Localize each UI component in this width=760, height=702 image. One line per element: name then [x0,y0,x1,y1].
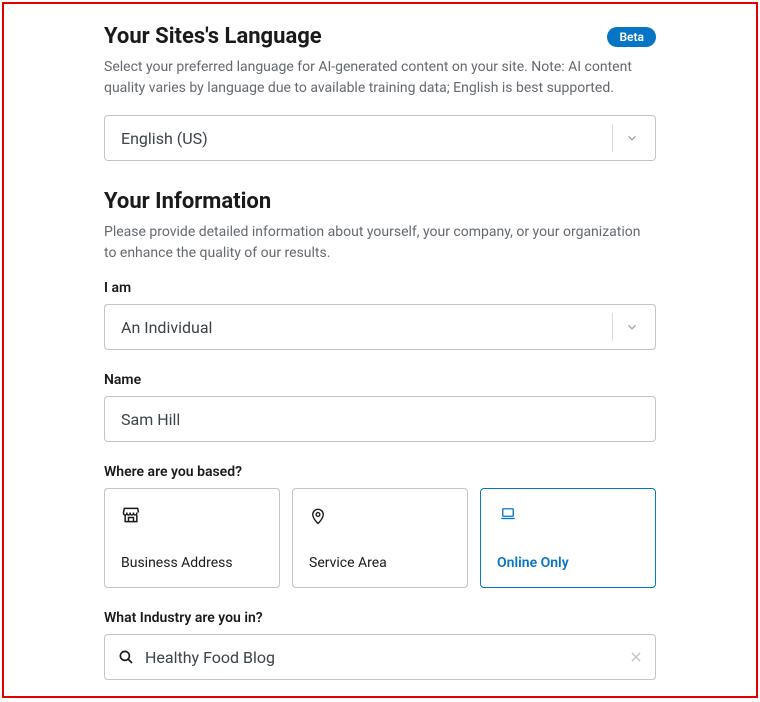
info-section: Your Information Please provide detailed… [104,189,656,680]
industry-value: Healthy Food Blog [135,648,629,667]
store-icon [121,505,263,527]
iam-field: I am An Individual [104,280,656,350]
name-label: Name [104,372,656,388]
info-title: Your Information [104,189,271,214]
based-field: Where are you based? Business Address [104,464,656,588]
language-desc: Select your preferred language for AI-ge… [104,57,656,99]
iam-label: I am [104,280,656,296]
close-icon[interactable] [629,650,643,664]
option-online-only[interactable]: Online Only [480,488,656,588]
beta-badge: Beta [607,27,656,47]
option-business-address[interactable]: Business Address [104,488,280,588]
industry-field: What Industry are you in? Healthy Food B… [104,610,656,680]
chevron-down-icon [612,124,639,152]
based-label: Where are you based? [104,464,656,480]
language-title: Your Sites's Language [104,24,322,49]
search-icon [117,648,135,666]
option-label: Service Area [309,555,451,571]
iam-select[interactable]: An Individual [104,304,656,350]
name-field: Name [104,372,656,442]
industry-label: What Industry are you in? [104,610,656,626]
laptop-icon [497,505,639,527]
info-desc: Please provide detailed information abou… [104,222,656,264]
industry-search[interactable]: Healthy Food Blog [104,634,656,680]
language-value: English (US) [121,129,612,148]
iam-value: An Individual [121,318,612,337]
option-service-area[interactable]: Service Area [292,488,468,588]
name-input[interactable] [104,396,656,442]
language-section: Your Sites's Language Beta Select your p… [104,24,656,161]
chevron-down-icon [612,313,639,341]
option-label: Business Address [121,555,263,571]
pin-icon [309,505,451,527]
option-label: Online Only [497,555,639,571]
language-select[interactable]: English (US) [104,115,656,161]
